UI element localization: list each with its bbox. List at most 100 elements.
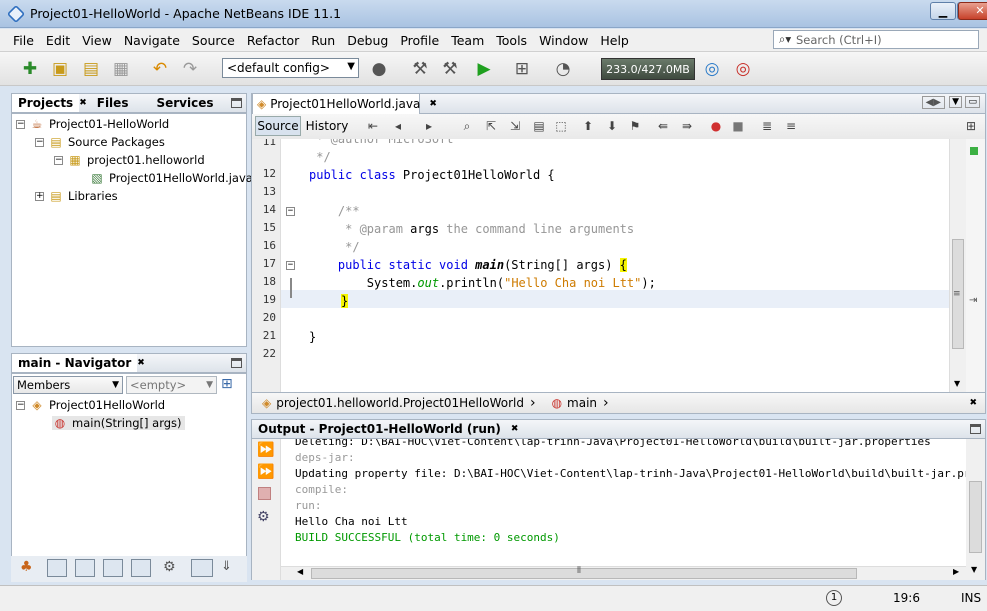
scroll-right-icon[interactable]: ▶ (953, 567, 959, 576)
last-edit-icon[interactable]: ⇤ (364, 117, 382, 135)
expand-icon[interactable]: + (35, 191, 44, 201)
scroll-left-icon[interactable]: ◀ (297, 567, 303, 576)
history-button[interactable]: History (304, 116, 350, 136)
close-icon[interactable]: ✖ (79, 98, 87, 108)
window-icon[interactable] (75, 559, 95, 577)
rect-select-icon[interactable]: ⬚ (552, 117, 570, 135)
menu-refactor[interactable]: Refactor (241, 33, 305, 48)
output-vscrollbar[interactable]: ▼ (966, 439, 986, 580)
record-macro-icon[interactable]: ● (707, 117, 725, 135)
scroll-down-icon[interactable]: ▼ (954, 379, 960, 388)
notifications-badge[interactable]: 1 (826, 590, 842, 606)
uncomment-icon[interactable]: ≡ (782, 117, 800, 135)
palette-icon[interactable]: ♣ (20, 559, 33, 575)
minimize-button[interactable]: ▁ (930, 2, 956, 20)
toggle-bookmark-icon[interactable]: ⚑ (626, 117, 644, 135)
forward-icon[interactable]: ▸ (420, 117, 438, 135)
new-project-icon[interactable]: ▣ (48, 57, 72, 81)
comment-icon[interactable]: ≣ (758, 117, 776, 135)
menu-edit[interactable]: Edit (40, 33, 76, 48)
prev-bookmark-icon[interactable]: ⬆ (579, 117, 597, 135)
menu-team[interactable]: Team (445, 33, 490, 48)
next-bookmark-icon[interactable]: ⬇ (603, 117, 621, 135)
close-icon[interactable]: ✖ (511, 424, 519, 434)
redo-icon[interactable]: ↷ (178, 57, 202, 81)
tab-list-icon[interactable]: ▼ (949, 96, 962, 108)
find-prev-icon[interactable]: ⇱ (482, 117, 500, 135)
close-icon[interactable]: ✖ (429, 99, 437, 109)
menu-tools[interactable]: Tools (490, 33, 533, 48)
sort-icon[interactable]: ⇓ (221, 559, 232, 574)
tab-navigator[interactable]: main - Navigator (12, 354, 138, 372)
new-file-icon[interactable]: ✚ (18, 57, 42, 81)
close-icon[interactable]: ✖ (137, 358, 145, 368)
output-hscrollbar[interactable]: ◀ ⦀ ▶ (281, 566, 966, 580)
back-icon[interactable]: ◂ (389, 117, 407, 135)
scroll-thumb[interactable] (311, 568, 857, 579)
window-icon[interactable] (191, 559, 213, 577)
menu-file[interactable]: File (7, 33, 40, 48)
source-button[interactable]: Source (255, 116, 301, 136)
editor-scrollbar[interactable]: ≡ ▼ (949, 139, 966, 392)
editor-tab[interactable]: ◈ Project01HelloWorld.java ✖ (252, 93, 437, 114)
collapse-icon[interactable]: − (16, 119, 25, 129)
close-icon[interactable]: ✖ (969, 398, 977, 408)
menu-source[interactable]: Source (186, 33, 241, 48)
output-text[interactable]: Deleting: D:\BAI-HOC\Viet-Content\lap-tr… (281, 439, 966, 566)
menu-profile[interactable]: Profile (394, 33, 445, 48)
minimize-panel-icon[interactable] (231, 98, 242, 108)
shift-left-icon[interactable]: ⇚ (654, 117, 672, 135)
run-icon[interactable]: ▶ (472, 57, 496, 81)
minimize-panel-icon[interactable] (231, 358, 242, 368)
scroll-thumb[interactable] (969, 481, 982, 553)
stop-icon[interactable] (258, 487, 271, 500)
open-project-icon[interactable]: ▤ (79, 57, 103, 81)
shift-right-icon[interactable]: ⇛ (678, 117, 696, 135)
members-select[interactable]: Members ▼ (13, 376, 123, 394)
maximize-editor-icon[interactable]: ▭ (965, 96, 980, 108)
tree-project[interactable]: − ☕ Project01-HelloWorld (16, 117, 169, 131)
nav-method[interactable]: ◍ main(String[] args) (52, 416, 185, 430)
collapse-icon[interactable]: − (35, 137, 44, 147)
filter-select[interactable]: <empty> ▼ (126, 376, 217, 394)
search-box[interactable]: ⌕▾ Search (Ctrl+I) (773, 30, 979, 49)
config-select[interactable]: <default config> ▼ (222, 58, 359, 78)
fold-icon[interactable]: − (286, 261, 295, 270)
menu-navigate[interactable]: Navigate (118, 33, 186, 48)
split-handle-icon[interactable]: ⇥ (969, 295, 977, 306)
scroll-down-icon[interactable]: ▼ (971, 565, 977, 574)
tree-libraries[interactable]: + ▤ Libraries (35, 189, 118, 203)
tab-services[interactable]: Services (150, 94, 219, 112)
gc-icon[interactable]: ◎ (700, 57, 724, 81)
settings-icon[interactable]: ⚙ (257, 509, 270, 525)
collapse-icon[interactable]: − (16, 400, 25, 410)
stop-macro-icon[interactable]: ■ (729, 117, 747, 135)
snapshot-icon[interactable]: ◎ (731, 57, 755, 81)
nav-class[interactable]: − ◈ Project01HelloWorld (16, 398, 165, 412)
undo-icon[interactable]: ↶ (148, 57, 172, 81)
find-icon[interactable]: ⌕ (458, 117, 476, 135)
layout-icon[interactable]: ⊞ (221, 376, 233, 392)
menu-view[interactable]: View (76, 33, 118, 48)
breadcrumb-method[interactable]: main (567, 396, 597, 410)
split-editor-icon[interactable]: ⊞ (962, 117, 980, 135)
clean-build-icon[interactable]: ⚒ (438, 57, 462, 81)
save-all-icon[interactable]: ▦ (109, 57, 133, 81)
window-icon[interactable] (47, 559, 67, 577)
find-next-icon[interactable]: ⇲ (506, 117, 524, 135)
build-hammer-icon[interactable]: ⚒ (408, 57, 432, 81)
code-editor[interactable]: − − * @author MicroSoft */ public class … (281, 139, 949, 392)
window-icon[interactable] (131, 559, 151, 577)
memory-indicator[interactable]: 233.0/427.0MB (601, 58, 695, 80)
menu-run[interactable]: Run (305, 33, 341, 48)
toggle-highlight-icon[interactable]: ▤ (530, 117, 548, 135)
menu-help[interactable]: Help (594, 33, 635, 48)
breadcrumb-class[interactable]: project01.helloworld.Project01HelloWorld (276, 396, 524, 410)
tab-output[interactable]: Output - Project01-HelloWorld (run) (252, 420, 507, 438)
services-icon[interactable]: ⚙ (163, 559, 176, 575)
menu-debug[interactable]: Debug (341, 33, 394, 48)
window-icon[interactable] (103, 559, 123, 577)
tree-file[interactable]: ▧ Project01HelloWorld.java (89, 171, 253, 185)
menu-window[interactable]: Window (533, 33, 594, 48)
rerun-icon[interactable]: ⏩ (257, 442, 274, 458)
